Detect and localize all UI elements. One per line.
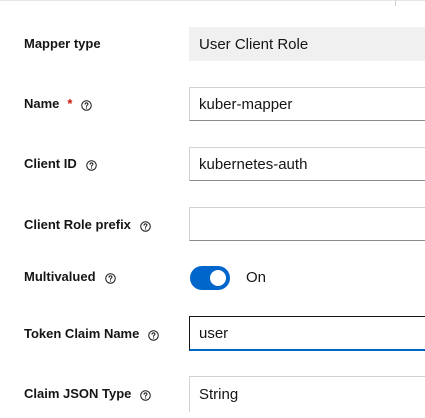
help-icon[interactable] bbox=[148, 329, 160, 341]
client-id-label: Client ID bbox=[24, 156, 97, 172]
multivalued-label-text: Multivalued bbox=[24, 269, 96, 284]
name-label: Name * bbox=[24, 96, 93, 112]
client-role-prefix-input[interactable] bbox=[189, 207, 425, 241]
name-input[interactable]: kuber-mapper bbox=[189, 87, 425, 121]
help-icon[interactable] bbox=[140, 220, 151, 232]
client-id-label-text: Client ID bbox=[24, 156, 77, 171]
token-claim-name-input-value: user bbox=[199, 324, 229, 342]
token-claim-name-label: Token Claim Name bbox=[24, 326, 160, 342]
panel-edge bbox=[395, 0, 396, 6]
multivalued-label: Multivalued bbox=[24, 269, 116, 285]
client-id-input[interactable]: kubernetes-auth bbox=[189, 147, 425, 181]
mapper-type-value: User Client Role bbox=[199, 35, 309, 53]
client-id-input-value: kubernetes-auth bbox=[199, 155, 308, 173]
help-icon[interactable] bbox=[81, 99, 93, 111]
multivalued-toggle[interactable] bbox=[190, 266, 230, 290]
client-role-prefix-label: Client Role prefix bbox=[24, 217, 151, 233]
claim-json-type-value: String bbox=[199, 386, 239, 403]
mapper-details-form: Mapper type User Client Role Name * kube… bbox=[0, 0, 425, 418]
help-icon[interactable] bbox=[140, 389, 152, 401]
name-input-value: kuber-mapper bbox=[199, 95, 293, 113]
toggle-knob bbox=[210, 270, 226, 286]
required-indicator: * bbox=[67, 96, 73, 111]
mapper-type-label-text: Mapper type bbox=[24, 36, 101, 51]
token-claim-name-label-text: Token Claim Name bbox=[24, 326, 140, 341]
client-role-prefix-label-text: Client Role prefix bbox=[24, 217, 131, 232]
help-icon[interactable] bbox=[85, 159, 97, 171]
multivalued-state-label: On bbox=[246, 269, 267, 286]
mapper-type-field: User Client Role bbox=[189, 27, 425, 61]
claim-json-type-label-text: Claim JSON Type bbox=[24, 386, 132, 401]
mapper-type-label: Mapper type bbox=[24, 36, 101, 52]
claim-json-type-select[interactable]: String bbox=[189, 376, 425, 412]
claim-json-type-label: Claim JSON Type bbox=[24, 386, 152, 402]
help-icon[interactable] bbox=[104, 272, 116, 284]
token-claim-name-input[interactable]: user bbox=[189, 316, 425, 351]
name-label-text: Name bbox=[24, 96, 60, 111]
top-divider bbox=[0, 0, 425, 1]
